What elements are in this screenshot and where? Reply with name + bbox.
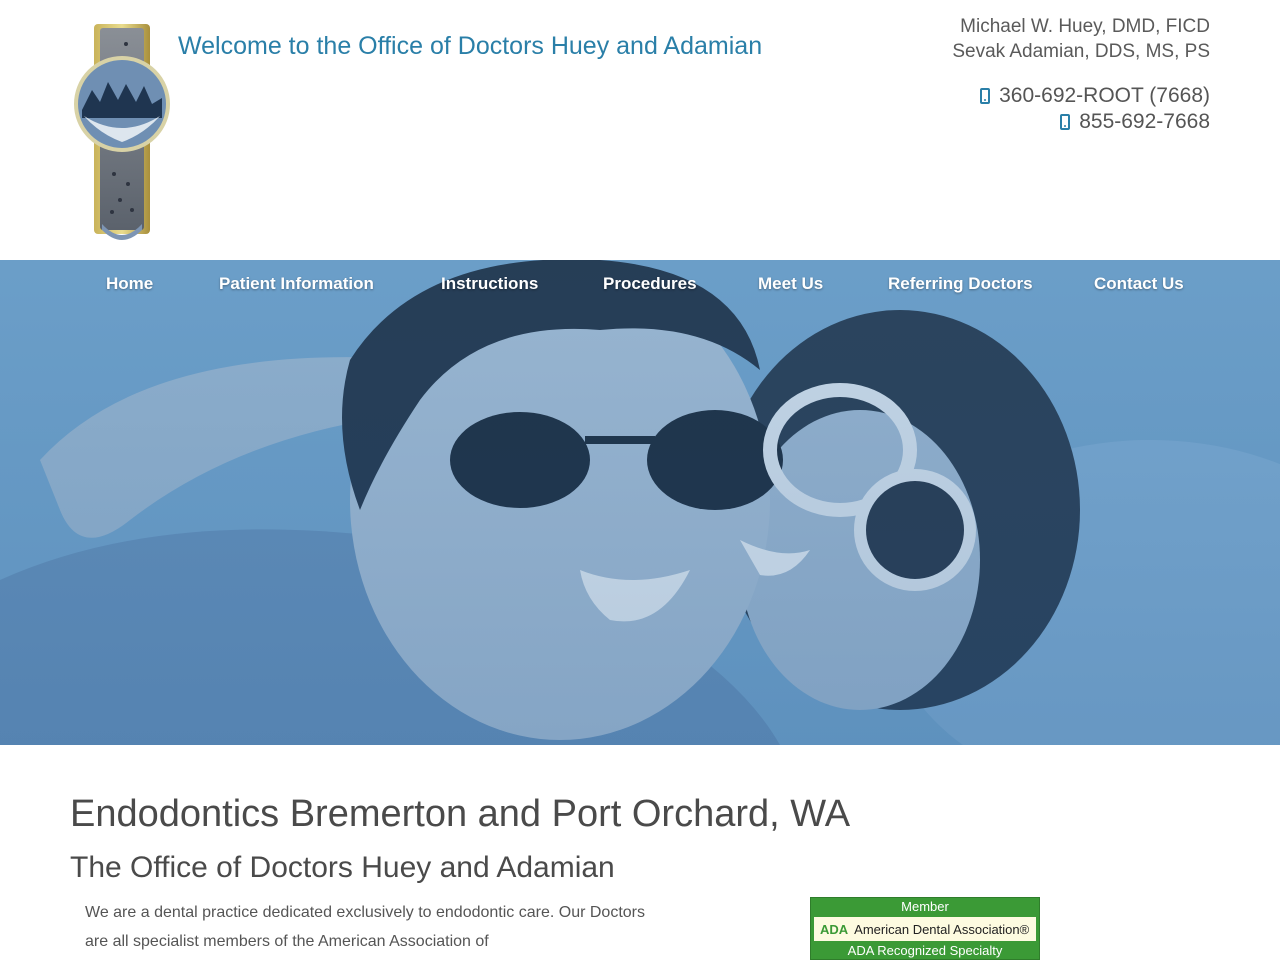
- mobile-phone-icon: [980, 88, 991, 104]
- mobile-phone-icon: [1060, 114, 1071, 130]
- doctor-name: Michael W. Huey, DMD, FICD: [960, 16, 1210, 37]
- doctor-names: Michael W. Huey, DMD, FICD Sevak Adamian…: [952, 14, 1210, 64]
- nav-item-referring-doctors[interactable]: Referring Doctors: [888, 274, 1033, 294]
- intro-paragraph: We are a dental practice dedicated exclu…: [85, 904, 645, 950]
- hero-banner: Home Patient Information Instructions Pr…: [0, 260, 1280, 745]
- nav-item-home[interactable]: Home: [106, 274, 153, 294]
- page-subtitle: The Office of Doctors Huey and Adamian: [70, 851, 615, 884]
- main-navigation: Home Patient Information Instructions Pr…: [0, 260, 1280, 310]
- practice-logo-icon[interactable]: [74, 24, 170, 240]
- doctor-name: Sevak Adamian, DDS, MS, PS: [952, 41, 1210, 62]
- ada-member-badge[interactable]: Member ADA American Dental Association® …: [810, 897, 1040, 960]
- nav-item-patient-information[interactable]: Patient Information: [219, 274, 374, 294]
- badge-specialty: ADA Recognized Specialty: [847, 943, 1003, 958]
- hero-tint-overlay: [0, 260, 1280, 745]
- phone-numbers: 360-692-ROOT (7668) 855-692-7668: [980, 83, 1210, 135]
- phone-number[interactable]: 360-692-ROOT (7668): [999, 83, 1210, 109]
- badge-abbr: ADA: [820, 921, 849, 937]
- nav-item-instructions[interactable]: Instructions: [441, 274, 538, 294]
- page-title: Endodontics Bremerton and Port Orchard, …: [70, 793, 851, 835]
- nav-item-meet-us[interactable]: Meet Us: [758, 274, 823, 294]
- phone-link[interactable]: 855-692-7668: [980, 109, 1210, 135]
- badge-organization: American Dental Association®: [854, 921, 1030, 937]
- site-header: Welcome to the Office of Doctors Huey an…: [0, 0, 1280, 260]
- welcome-heading: Welcome to the Office of Doctors Huey an…: [178, 32, 763, 60]
- badge-member-label: Member: [901, 899, 949, 914]
- phone-number[interactable]: 855-692-7668: [1079, 109, 1210, 135]
- main-content: Endodontics Bremerton and Port Orchard, …: [0, 745, 1280, 960]
- phone-link[interactable]: 360-692-ROOT (7668): [980, 83, 1210, 109]
- nav-item-contact-us[interactable]: Contact Us: [1094, 274, 1184, 294]
- badge-band: ADA American Dental Association®: [814, 917, 1036, 941]
- nav-item-procedures[interactable]: Procedures: [603, 274, 697, 294]
